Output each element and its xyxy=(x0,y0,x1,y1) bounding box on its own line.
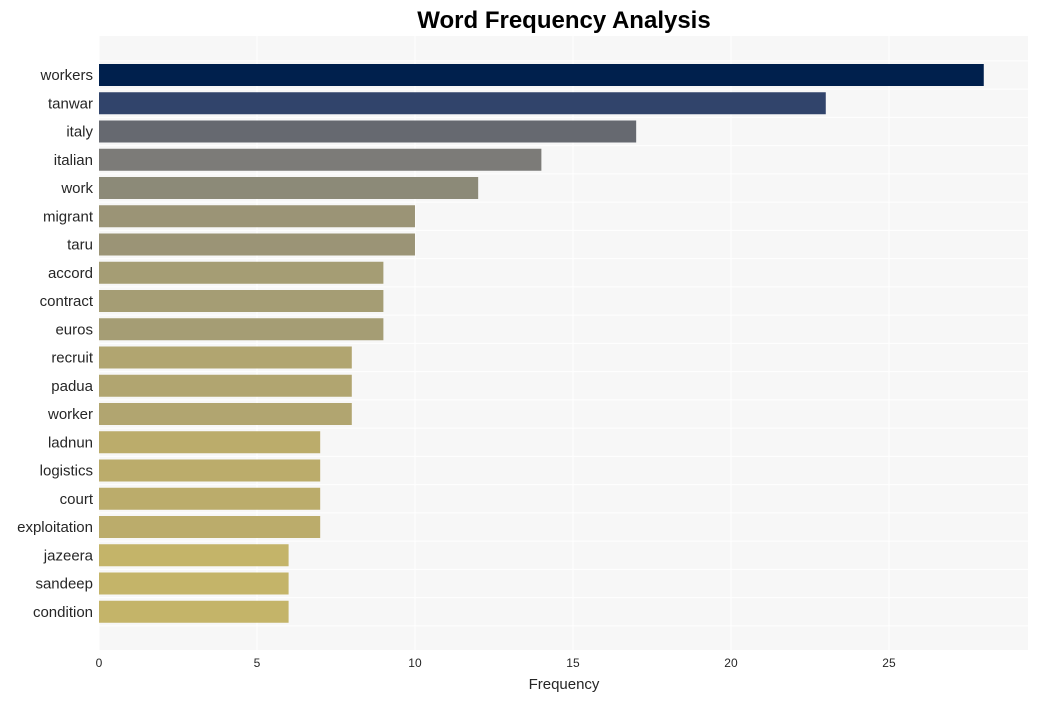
x-tick-label: 20 xyxy=(724,656,738,670)
y-tick-label: italian xyxy=(54,152,93,169)
bar-condition xyxy=(99,600,289,623)
y-tick-label: logistics xyxy=(40,463,93,480)
bar-sandeep xyxy=(99,572,289,595)
bar-migrant xyxy=(99,205,415,228)
y-tick-label: italy xyxy=(66,124,93,141)
bar-exploitation xyxy=(99,516,321,538)
y-tick-label: sandeep xyxy=(35,576,93,593)
x-tick-label: 25 xyxy=(882,656,896,670)
x-tick-label: 15 xyxy=(566,656,580,670)
y-tick-label: court xyxy=(60,491,94,508)
y-tick-label: jazeera xyxy=(43,547,94,564)
bar-euros xyxy=(99,318,384,341)
bar-work xyxy=(99,177,479,199)
y-axis-labels: workers tanwar italy italian work migrant taru… xyxy=(17,67,94,621)
bar-ladnun xyxy=(99,431,321,454)
y-tick-label: tanwar xyxy=(48,95,93,112)
bar-workers xyxy=(99,64,984,86)
x-axis-ticks: 0 5 10 15 20 25 xyxy=(96,656,896,670)
y-tick-label: condition xyxy=(33,604,93,621)
bar-contract xyxy=(99,290,384,312)
y-tick-label: padua xyxy=(51,378,93,395)
bar-taru xyxy=(99,233,415,256)
bar-recruit xyxy=(99,346,352,369)
x-tick-label: 10 xyxy=(408,656,422,670)
y-tick-label: worker xyxy=(47,406,93,423)
y-tick-label: taru xyxy=(67,237,93,254)
chart-title: Word Frequency Analysis xyxy=(417,7,710,34)
y-tick-label: recruit xyxy=(51,350,94,367)
y-tick-label: accord xyxy=(48,265,93,282)
bar-padua xyxy=(99,374,352,397)
y-tick-label: contract xyxy=(40,293,94,310)
y-tick-label: workers xyxy=(39,67,93,84)
word-frequency-chart: Word Frequency Analysis workers tanwar ita… xyxy=(17,7,1028,693)
y-tick-label: exploitation xyxy=(17,519,93,536)
bar-court xyxy=(99,487,321,510)
bar-tanwar xyxy=(99,92,826,115)
bar-accord xyxy=(99,261,384,284)
y-tick-label: migrant xyxy=(43,208,94,225)
x-tick-label: 5 xyxy=(254,656,261,670)
bar-worker xyxy=(99,403,352,425)
x-axis-title: Frequency xyxy=(529,676,600,693)
bar-jazeera xyxy=(99,544,289,567)
bar-logistics xyxy=(99,459,321,482)
bar-italian xyxy=(99,148,542,171)
x-tick-label: 0 xyxy=(96,656,103,670)
y-tick-label: work xyxy=(60,180,93,197)
y-tick-label: euros xyxy=(55,321,93,338)
bar-italy xyxy=(99,120,637,143)
y-tick-label: ladnun xyxy=(48,434,93,451)
